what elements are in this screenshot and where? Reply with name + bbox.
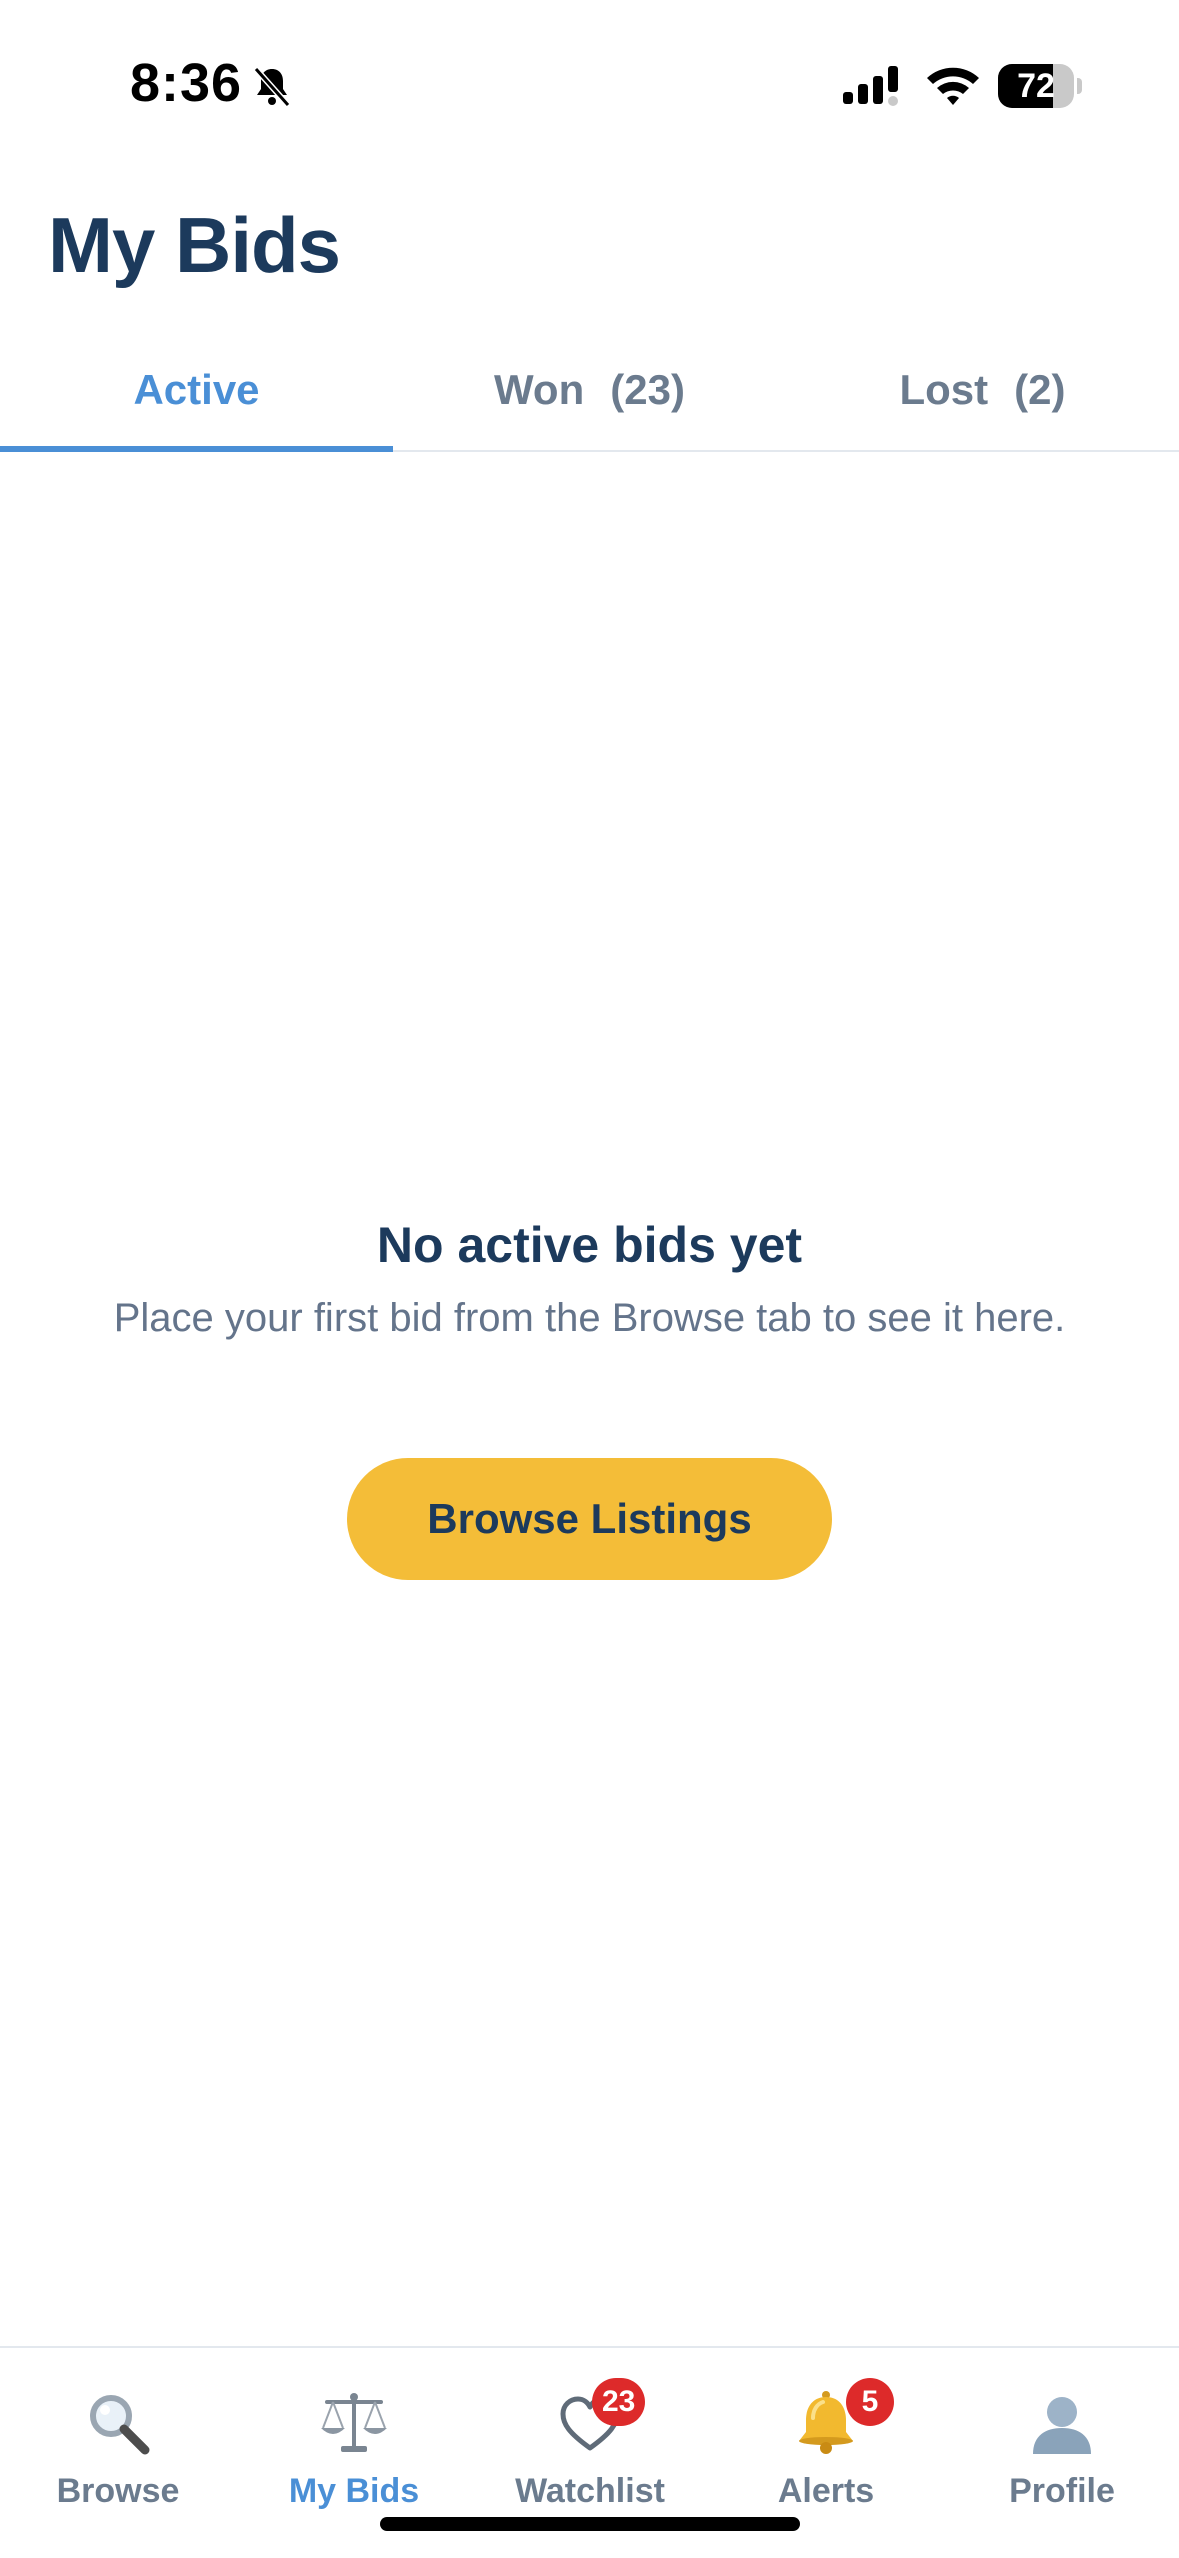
silent-bell-icon [253,67,291,107]
tab-bar-profile[interactable]: Profile [944,2348,1179,2518]
tab-label: Lost [899,366,989,413]
tab-won[interactable]: Won (23) [393,330,786,450]
tab-label: Won [494,366,585,413]
browse-listings-button[interactable]: Browse Listings [347,1458,832,1580]
tab-bar-label: Profile [1009,2472,1115,2510]
wifi-icon [927,67,979,105]
tab-count: (2) [1014,366,1066,413]
balance-scale-icon [321,2393,387,2452]
alerts-badge: 5 [846,2378,894,2426]
battery-level: 72 [1017,67,1055,105]
bid-tabs: Active Won (23) Lost (2) [0,330,1179,452]
watchlist-badge: 23 [592,2378,646,2426]
tab-bar-watchlist[interactable]: 23 Watchlist [472,2348,708,2518]
tab-count: (23) [610,366,685,413]
status-bar: 8:36 72 [0,0,1179,150]
tab-bar-browse[interactable]: Browse [0,2348,236,2518]
tab-bar-label: Browse [56,2472,180,2510]
cellular-signal-icon [843,66,898,106]
tab-bar-label: Watchlist [515,2472,665,2510]
empty-state-title: No active bids yet [376,1217,803,1273]
tab-active[interactable]: Active [0,330,393,452]
page-title: My Bids [48,201,341,289]
tab-bar-my-bids[interactable]: My Bids [236,2348,472,2518]
battery-indicator: 72 [998,64,1082,108]
tab-label: Active [133,366,260,413]
status-time: 8:36 [130,53,243,113]
tab-lost[interactable]: Lost (2) [786,330,1179,450]
person-icon [1033,2397,1091,2454]
empty-state-description: Place your first bid from the Browse tab… [113,1296,1066,1340]
home-indicator [380,2517,800,2531]
tab-bar-alerts[interactable]: 5 Alerts [708,2348,944,2518]
tab-bar-label: My Bids [288,2472,420,2510]
magnifying-glass-icon [90,2395,150,2455]
tab-bar-label: Alerts [777,2472,875,2510]
